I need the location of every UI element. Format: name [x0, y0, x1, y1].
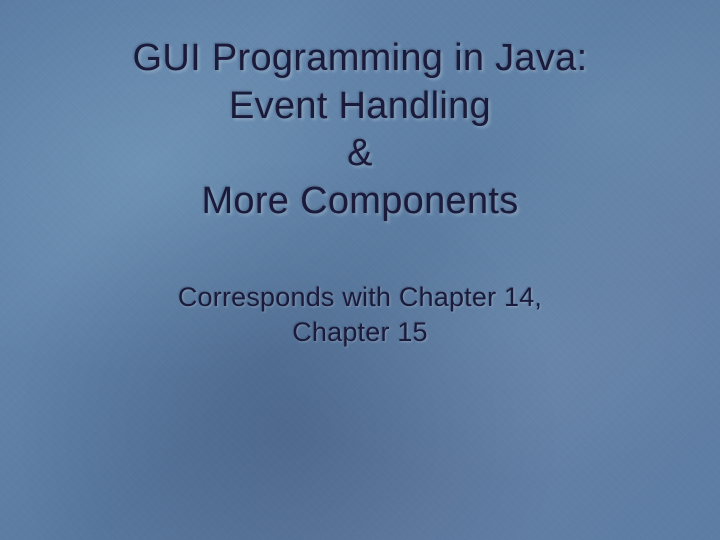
title-line-1: GUI Programming in Java: [133, 35, 588, 83]
title-line-3: & [133, 130, 588, 178]
title-line-2: Event Handling [133, 83, 588, 131]
subtitle-line-2: Chapter 15 [178, 315, 542, 350]
slide-subtitle: Corresponds with Chapter 14, Chapter 15 [178, 280, 542, 350]
title-line-4: More Components [133, 178, 588, 226]
slide-title: GUI Programming in Java: Event Handling … [133, 35, 588, 225]
subtitle-line-1: Corresponds with Chapter 14, [178, 280, 542, 315]
slide: GUI Programming in Java: Event Handling … [0, 0, 720, 540]
